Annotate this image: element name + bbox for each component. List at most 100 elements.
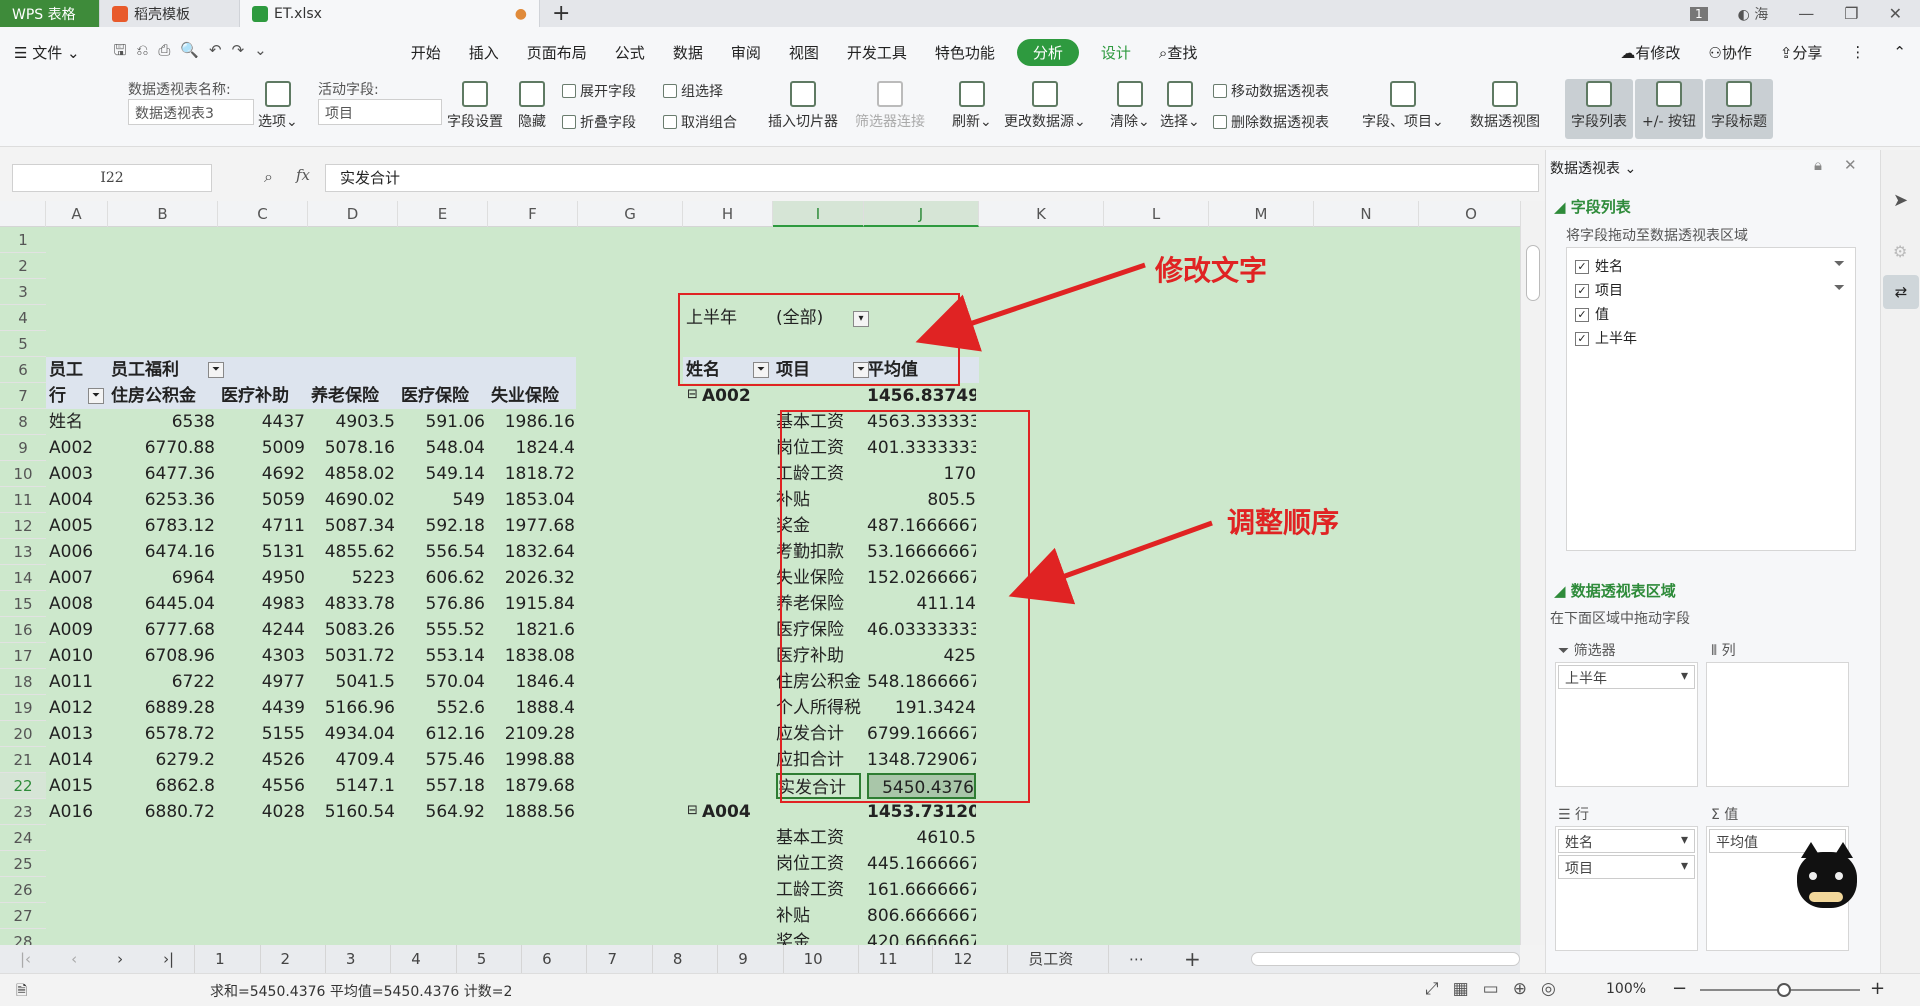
panel-close-icon[interactable]: ✕ [1844,156,1857,174]
field-filter-icon[interactable]: ⏷ [1834,256,1845,272]
ungroup-button[interactable]: 取消组合 [663,112,737,132]
field-headers-toggle[interactable]: 字段标题 [1705,79,1773,139]
restore-icon[interactable]: ❐ [1844,4,1858,23]
change-source-button[interactable]: 更改数据源⌄ [1004,81,1086,131]
settings-icon[interactable]: ⚙ [1893,242,1907,261]
share-button[interactable]: ⇪分享 [1780,42,1823,63]
view-mode-icons[interactable]: ⤢▦▭⊕◎ [1425,979,1570,999]
field-filter-icon[interactable]: ⏷ [1834,280,1845,296]
collapse-field-button[interactable]: 折叠字段 [562,112,636,132]
filter-area-item[interactable]: 上半年 ▾ [1558,665,1695,689]
vertical-scrollbar[interactable] [1520,201,1545,945]
field-settings-button[interactable]: 字段设置 [447,81,503,131]
sheet-tab[interactable]: 1月 [195,945,261,996]
panel-title[interactable]: 数据透视表 ⌄ [1550,158,1636,178]
active-field-input[interactable]: 项目 [318,99,442,125]
menu-data[interactable]: 数据 [673,42,703,63]
window-count-badge[interactable]: 1 [1689,6,1708,21]
menu-view[interactable]: 视图 [789,42,819,63]
sheet-tab[interactable]: 8月 [653,945,719,996]
filter-area[interactable]: 上半年 ▾ [1555,662,1698,787]
menu-developer[interactable]: 开发工具 [847,42,907,63]
select-button[interactable]: 选择⌄ [1160,81,1200,131]
menu-find[interactable]: ⌕查找 [1159,42,1197,63]
pivot-name-input[interactable]: 数据透视表3 [128,99,254,125]
menu-home[interactable]: 开始 [411,42,441,63]
sheet-tab[interactable]: 11月 [859,945,934,996]
menu-page-layout[interactable]: 页面布局 [527,42,587,63]
columns-area[interactable] [1706,662,1849,787]
new-tab-button[interactable]: + [540,0,582,27]
checkbox-checked-icon[interactable]: ✓ [1575,260,1589,274]
more-icon[interactable]: ⋮ [1850,43,1865,61]
horizontal-scrollbar[interactable] [1250,952,1520,966]
collaborate-button[interactable]: ⚇协作 [1708,42,1751,63]
sheet-tab[interactable]: 2月 [261,945,326,996]
checkbox-checked-icon[interactable]: ✓ [1575,332,1589,346]
refresh-button[interactable]: 刷新⌄ [952,81,992,131]
rows-area-item-project[interactable]: 项目 ▾ [1558,855,1695,879]
move-pivot-button[interactable]: 移动数据透视表 [1213,81,1329,101]
quick-access-toolbar[interactable]: 🖫⎌⎙🔍↶↷⌄ [114,40,277,65]
expand-field-button[interactable]: 展开字段 [562,81,636,101]
has-changes-button[interactable]: ☁有修改 [1620,42,1680,63]
menu-review[interactable]: 审阅 [731,42,761,63]
plus-minus-buttons-toggle[interactable]: +/- 按钮 [1635,79,1703,139]
sheet-tab[interactable]: 12月 [933,945,1009,996]
zoom-in-icon[interactable]: + [1870,978,1885,999]
name-box[interactable]: I22 [12,164,212,192]
collapse-ribbon-icon[interactable]: ⌃ [1893,43,1906,61]
sheet-tab[interactable]: 9月 [718,945,784,996]
zoom-out-icon[interactable]: − [1672,978,1687,999]
menu-design[interactable]: 设计 [1101,42,1131,63]
close-icon[interactable]: ✕ [1889,4,1902,23]
zoom-formula-icon[interactable]: ⌕ [264,167,273,187]
minimize-icon[interactable]: — [1798,4,1814,23]
fields-items-button[interactable]: 字段、项目⌄ [1362,81,1444,131]
add-sheet-button[interactable]: + [1164,945,1221,973]
more-sheets-icon[interactable]: ⋯ [1109,945,1164,973]
sheet-tab[interactable]: 7月 [587,945,653,996]
delete-pivot-button[interactable]: 删除数据透视表 [1213,112,1329,132]
first-sheet-icon[interactable]: |‹ [0,945,51,973]
pivot-chart-button[interactable]: 数据透视图 [1470,81,1540,131]
sheet-tab[interactable]: 3月 [326,945,392,996]
insert-slicer-button[interactable]: 插入切片器 [768,81,838,131]
fx-button[interactable]: fx [296,166,310,184]
zoom-slider-thumb[interactable] [1777,983,1791,997]
user-avatar[interactable]: ◐ 海 [1738,4,1769,24]
group-select-button[interactable]: 组选择 [663,81,723,101]
hide-button[interactable]: 隐藏 [518,81,546,131]
next-sheet-icon[interactable]: › [97,945,143,973]
menu-analyze[interactable]: 分析 [1016,38,1079,66]
checkbox-checked-icon[interactable]: ✓ [1575,284,1589,298]
field-list-item[interactable]: ✓ 姓名 ⏷ [1575,256,1845,276]
zoom-level[interactable]: 100% [1606,981,1646,997]
rows-area[interactable]: 姓名 ▾ 项目 ▾ [1555,826,1698,951]
file-menu[interactable]: ☰ 文件 ⌄ [14,42,80,63]
sheet-tab[interactable]: 6月 [522,945,588,996]
field-list-toggle[interactable]: 字段列表 [1565,79,1633,139]
field-list-item[interactable]: ✓ 上半年 [1575,328,1845,348]
menu-formula[interactable]: 公式 [615,42,645,63]
checkbox-checked-icon[interactable]: ✓ [1575,308,1589,322]
rows-area-item-name[interactable]: 姓名 ▾ [1558,829,1695,853]
scrollbar-thumb[interactable] [1526,245,1540,301]
tab-et-xlsx[interactable]: ET.xlsx ● [240,0,540,27]
sheet-tab[interactable]: 员工资料 [1008,945,1109,996]
options-button[interactable]: 选项⌄ [258,81,298,131]
last-sheet-icon[interactable]: ›| [143,945,196,973]
worksheet[interactable]: ABCDEFGHIJKLMNO 1 2 3 4 5 6 7 8 9 10 11 12 13 14 15 16 1… [0,201,1520,945]
filter-connection-button[interactable]: 筛选器连接 [855,81,925,131]
formula-input[interactable]: 实发合计 [325,164,1539,192]
sheet-tab[interactable]: 4月 [391,945,457,996]
clear-button[interactable]: 清除⌄ [1110,81,1150,131]
pivot-panel-toggle-icon[interactable]: ⇄ [1883,275,1919,309]
menu-special[interactable]: 特色功能 [935,42,995,63]
tab-wps[interactable]: WPS 表格 [0,0,100,27]
field-list-item[interactable]: ✓ 值 [1575,304,1845,324]
tab-template[interactable]: 稻壳模板 [100,0,240,27]
lock-icon[interactable]: 🔒︎ [1814,156,1822,174]
menu-insert[interactable]: 插入 [469,42,499,63]
sheet-tab[interactable]: 5月 [457,945,523,996]
